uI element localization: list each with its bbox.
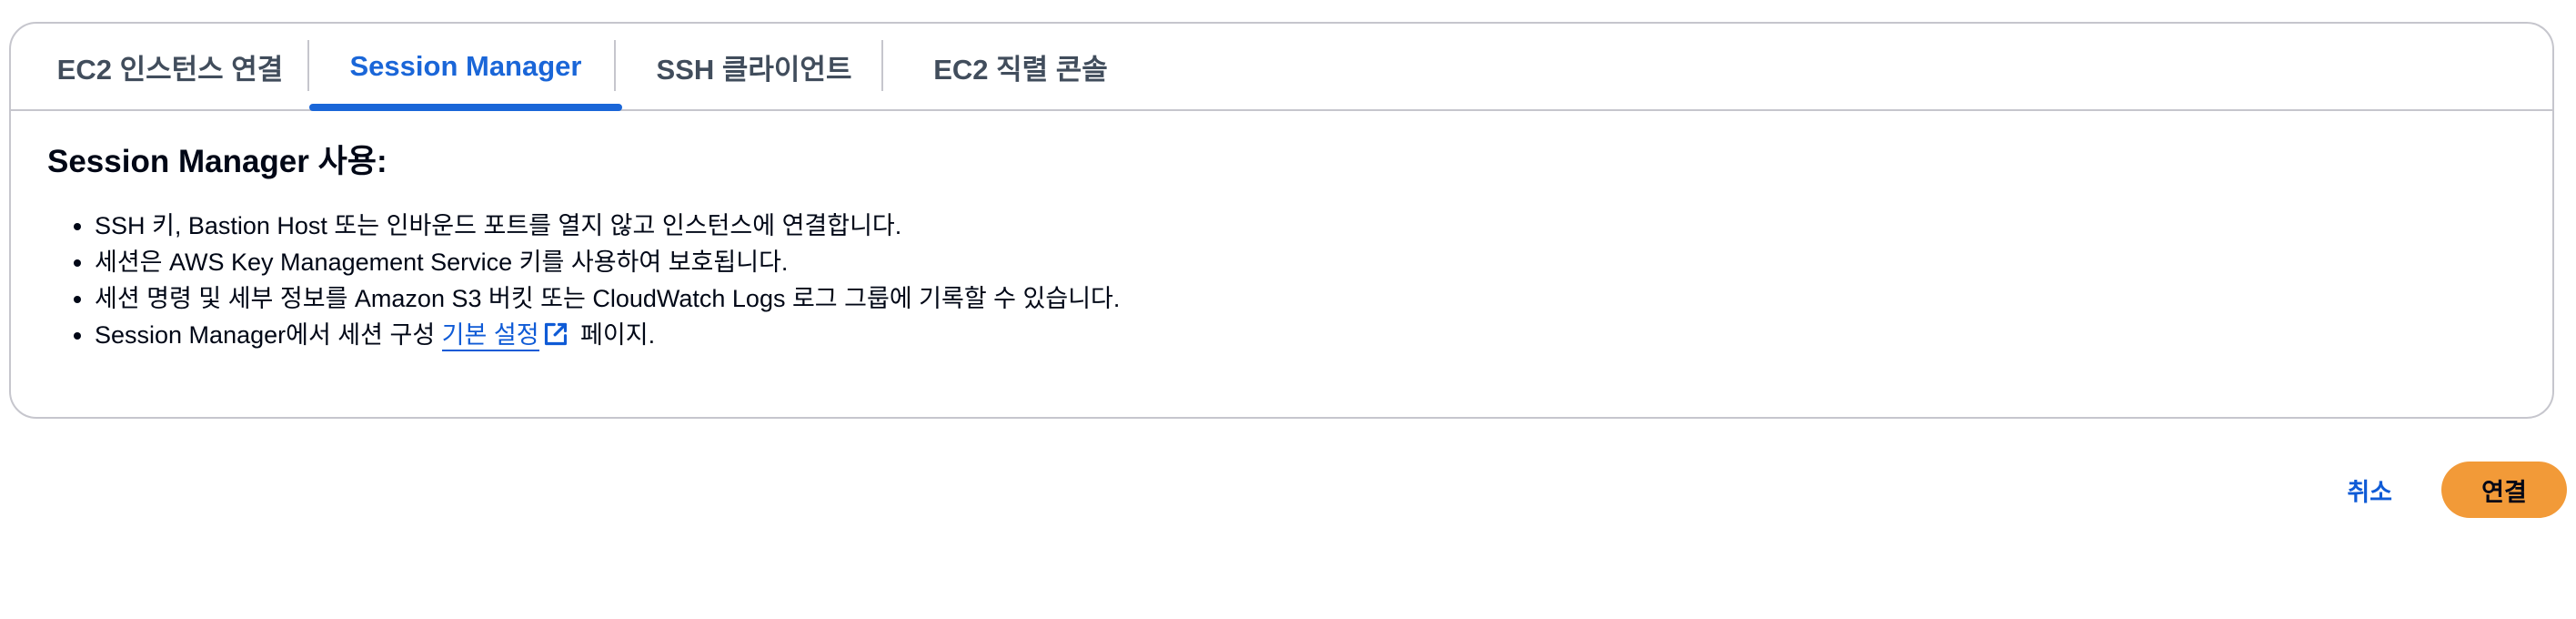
list-item: SSH 키, Bastion Host 또는 인바운드 포트를 열지 않고 인스… bbox=[95, 208, 2516, 244]
tab-ssh-client[interactable]: SSH 클라이언트 bbox=[616, 24, 892, 109]
list-item: 세션 명령 및 세부 정보를 Amazon S3 버킷 또는 CloudWatc… bbox=[95, 280, 2516, 317]
tab-content: Session Manager 사용: SSH 키, Bastion Host … bbox=[47, 140, 2516, 357]
connect-button[interactable]: 연결 bbox=[2441, 462, 2567, 518]
cancel-button[interactable]: 취소 bbox=[2329, 472, 2410, 508]
action-bar: 취소 연결 bbox=[2329, 462, 2567, 518]
list-item-text: 페이지. bbox=[573, 321, 656, 349]
list-item: 세션은 AWS Key Management Service 키를 사용하여 보… bbox=[95, 244, 2516, 280]
external-link-icon[interactable] bbox=[543, 320, 569, 357]
preferences-link-text[interactable]: 기본 설정 bbox=[442, 321, 539, 349]
tab-ec2-serial-console[interactable]: EC2 직렬 콘솔 bbox=[883, 24, 1158, 109]
tab-bar: EC2 인스턴스 연결 Session Manager SSH 클라이언트 EC… bbox=[11, 24, 2552, 111]
feature-list: SSH 키, Bastion Host 또는 인바운드 포트를 열지 않고 인스… bbox=[47, 208, 2516, 357]
tab-session-manager[interactable]: Session Manager bbox=[309, 24, 622, 111]
list-item: Session Manager에서 세션 구성 기본 설정 페이지. bbox=[95, 317, 2516, 357]
list-item-text: Session Manager에서 세션 구성 bbox=[95, 321, 442, 349]
preferences-link[interactable]: 기본 설정 bbox=[441, 321, 539, 351]
connect-instance-panel: EC2 인스턴스 연결 Session Manager SSH 클라이언트 EC… bbox=[9, 22, 2554, 419]
section-heading: Session Manager 사용: bbox=[47, 144, 387, 179]
tab-ec2-instance-connect[interactable]: EC2 인스턴스 연결 bbox=[31, 24, 309, 109]
